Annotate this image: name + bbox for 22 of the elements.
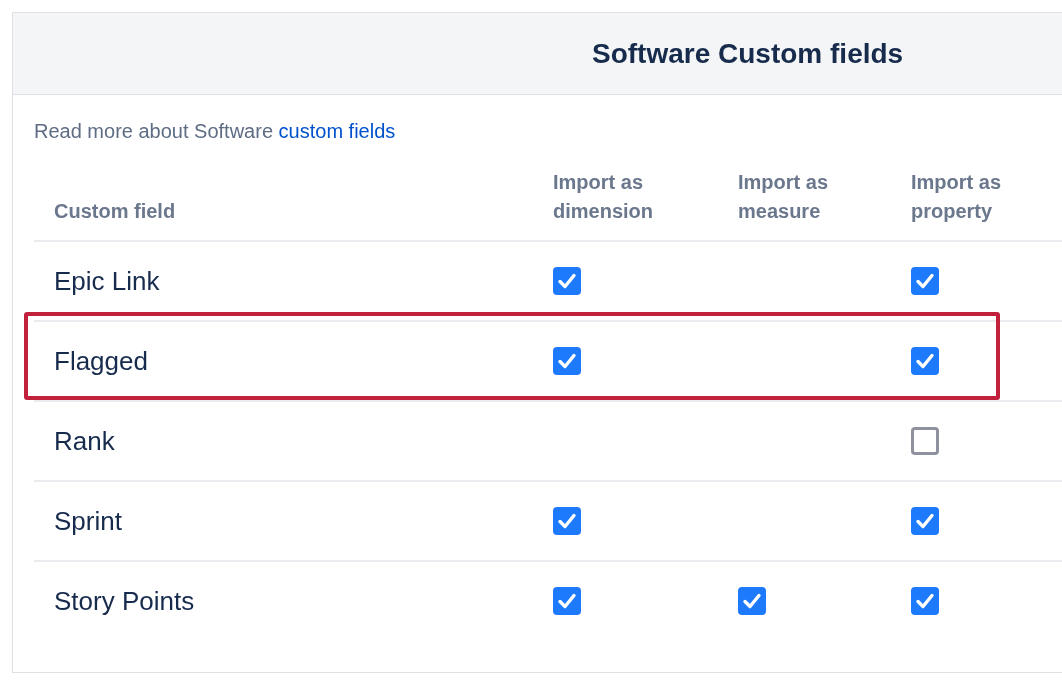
checkbox[interactable] <box>738 587 766 615</box>
checkbox[interactable] <box>911 507 939 535</box>
checkbox[interactable] <box>911 347 939 375</box>
field-name: Epic Link <box>54 265 160 296</box>
checkbox[interactable] <box>911 427 939 455</box>
intro-text: Read more about Software custom fields <box>34 119 397 144</box>
checkbox[interactable] <box>911 587 939 615</box>
column-header: Import as measure <box>738 171 829 222</box>
checkbox[interactable] <box>553 507 581 535</box>
checkbox[interactable] <box>911 267 939 295</box>
checkbox[interactable] <box>553 587 581 615</box>
column-header: Custom field <box>54 200 176 222</box>
checkbox[interactable] <box>553 347 581 375</box>
panel-title: Software Custom fields <box>592 37 904 70</box>
column-header: Import as property <box>911 171 1002 222</box>
field-name: Flagged <box>54 345 148 376</box>
checkbox[interactable] <box>553 267 581 295</box>
column-header: Import as dimension <box>553 171 653 222</box>
field-name: Story Points <box>54 585 195 616</box>
field-name: Sprint <box>54 505 122 536</box>
custom-fields-link[interactable]: custom fields <box>278 120 396 142</box>
field-name: Rank <box>54 425 115 456</box>
